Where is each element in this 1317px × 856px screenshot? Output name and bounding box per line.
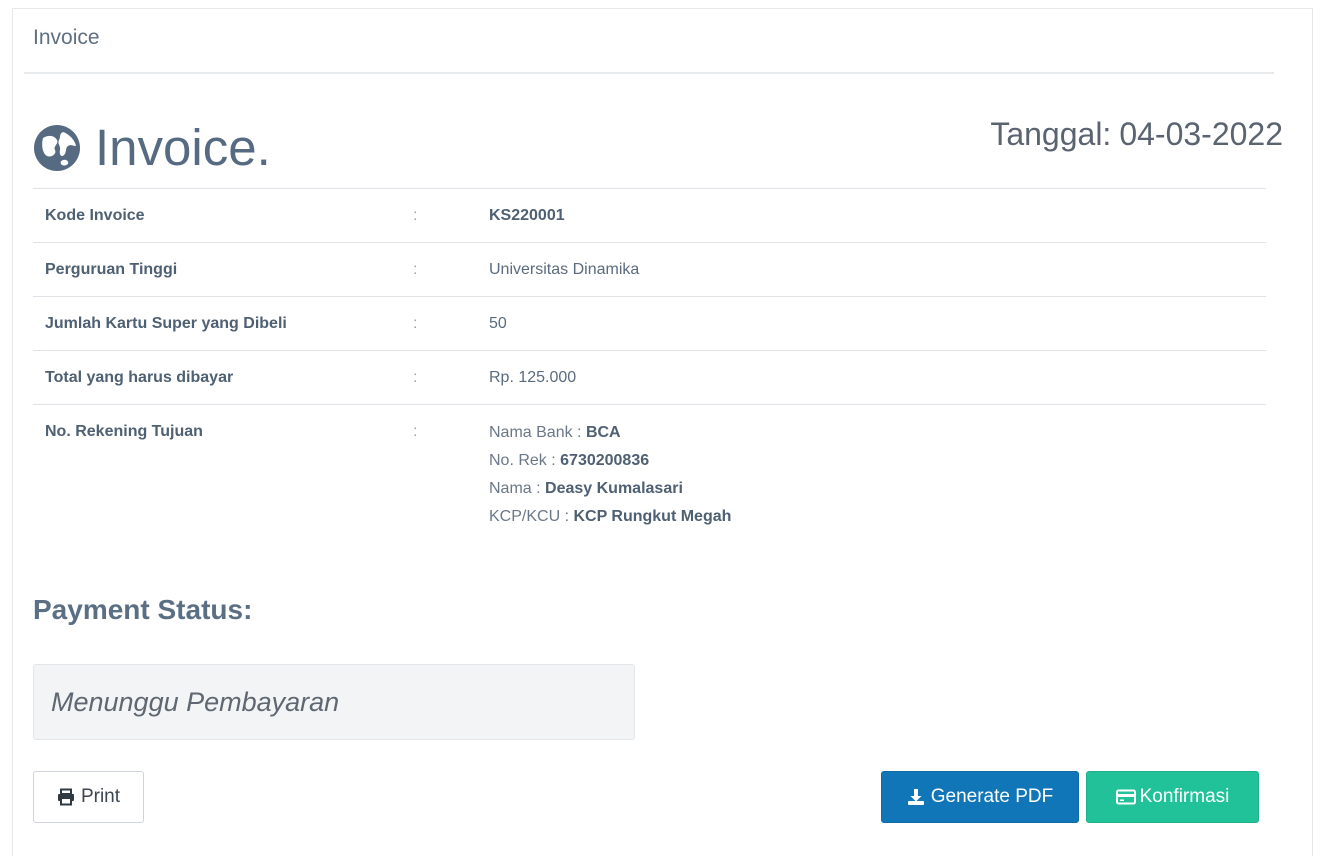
bank-branch: KCP Rungkut Megah: [573, 508, 732, 525]
account-holder-line: Nama : Deasy Kumalasari: [489, 475, 1266, 503]
globe-icon: [33, 124, 81, 172]
row-label: Jumlah Kartu Super yang Dibeli: [45, 315, 287, 332]
table-row: Total yang harus dibayar : Rp. 125.000: [33, 351, 1266, 405]
row-separator: :: [413, 315, 418, 332]
invoice-code: KS220001: [489, 207, 565, 224]
print-icon: [57, 788, 75, 806]
bank-name-line: Nama Bank : BCA: [489, 419, 1266, 447]
invoice-details-table: Kode Invoice : KS220001 Perguruan Tinggi…: [33, 188, 1266, 545]
print-button-label: Print: [80, 786, 121, 807]
row-label: Total yang harus dibayar: [45, 369, 234, 386]
account-number: 6730200836: [560, 452, 650, 469]
payment-status-box: Menunggu Pembayaran: [33, 664, 635, 740]
breadcrumb: Invoice: [33, 26, 100, 49]
university-name: Universitas Dinamika: [489, 261, 640, 278]
bank-name: BCA: [585, 424, 621, 441]
konfirmasi-label: Konfirmasi: [1139, 786, 1230, 807]
bank-branch-line: KCP/KCU : KCP Rungkut Megah: [489, 503, 1266, 531]
print-button[interactable]: Print: [33, 771, 144, 823]
generate-pdf-button[interactable]: Generate PDF: [881, 771, 1079, 823]
row-separator: :: [413, 369, 418, 386]
breadcrumb-divider: [24, 72, 1274, 74]
row-separator: :: [413, 261, 418, 278]
generate-pdf-label: Generate PDF: [930, 786, 1054, 807]
row-separator: :: [413, 423, 418, 440]
table-row: Jumlah Kartu Super yang Dibeli : 50: [33, 297, 1266, 351]
row-separator: :: [413, 207, 418, 224]
bank-branch-label: KCP/KCU :: [489, 508, 570, 525]
table-row: Kode Invoice : KS220001: [33, 189, 1266, 243]
konfirmasi-button[interactable]: Konfirmasi: [1086, 771, 1259, 823]
invoice-date: Tanggal: 04-03-2022: [990, 116, 1283, 153]
account-holder-label: Nama :: [489, 480, 541, 497]
account-number-label: No. Rek :: [489, 452, 556, 469]
payment-status-heading: Payment Status:: [33, 594, 253, 625]
row-label: No. Rekening Tujuan: [45, 423, 203, 440]
row-label: Kode Invoice: [45, 207, 145, 224]
total-amount: Rp. 125.000: [489, 369, 577, 386]
download-icon: [907, 788, 925, 806]
account-number-line: No. Rek : 6730200836: [489, 447, 1266, 475]
date-label: Tanggal:: [990, 116, 1112, 152]
card-quantity: 50: [489, 315, 507, 332]
table-row: No. Rekening Tujuan : Nama Bank : BCA No…: [33, 405, 1266, 545]
title-text: Invoice.: [95, 119, 271, 176]
table-row: Perguruan Tinggi : Universitas Dinamika: [33, 243, 1266, 297]
bank-name-label: Nama Bank :: [489, 424, 582, 441]
payment-status-text: Menunggu Pembayaran: [51, 687, 340, 717]
page-title: Invoice.: [33, 118, 271, 177]
account-holder: Deasy Kumalasari: [545, 480, 683, 497]
credit-card-icon: [1115, 788, 1136, 806]
bank-account-info: Nama Bank : BCA No. Rek : 6730200836 Nam…: [489, 405, 1266, 545]
date-value: 04-03-2022: [1119, 116, 1283, 152]
row-label: Perguruan Tinggi: [45, 261, 178, 278]
